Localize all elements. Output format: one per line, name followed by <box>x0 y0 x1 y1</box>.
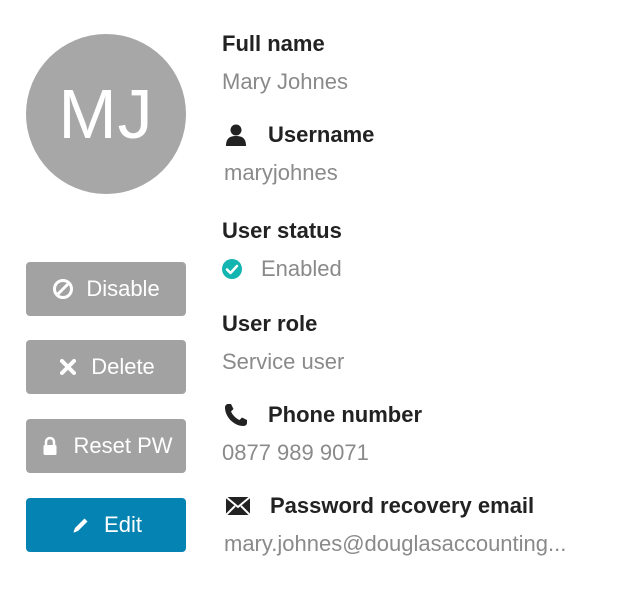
lock-icon <box>39 435 61 457</box>
user-status-value: Enabled <box>221 256 342 282</box>
user-role-label: User role <box>222 311 318 336</box>
recovery-email-value: mary.johnes@douglasaccounting... <box>224 531 567 556</box>
full-name-label: Full name <box>222 31 325 56</box>
disable-button[interactable]: Disable <box>26 262 186 316</box>
disable-label: Disable <box>86 276 160 301</box>
pencil-icon <box>70 514 92 536</box>
avatar: MJ <box>26 34 186 194</box>
recovery-email-label: Password recovery email <box>224 493 534 519</box>
phone-icon <box>222 402 250 428</box>
delete-button[interactable]: Delete <box>26 340 186 394</box>
reset-password-button[interactable]: Reset PW <box>26 419 186 473</box>
user-icon <box>222 123 250 147</box>
delete-label: Delete <box>91 354 155 379</box>
close-icon <box>57 356 79 378</box>
check-circle-icon <box>221 258 243 280</box>
username-value: maryjohnes <box>224 160 338 185</box>
full-name-value: Mary Johnes <box>222 69 348 94</box>
envelope-icon <box>224 496 252 516</box>
user-status-label: User status <box>222 218 342 243</box>
user-role-value: Service user <box>222 349 345 374</box>
phone-number-label: Phone number <box>222 402 422 428</box>
ban-icon <box>52 278 74 300</box>
username-label: Username <box>222 122 374 148</box>
avatar-initials: MJ <box>58 75 154 153</box>
phone-number-value: 0877 989 9071 <box>222 440 369 465</box>
edit-button[interactable]: Edit <box>26 498 186 552</box>
edit-label: Edit <box>104 512 142 537</box>
reset-pw-label: Reset PW <box>73 433 173 458</box>
user-status-text: Enabled <box>261 256 342 281</box>
